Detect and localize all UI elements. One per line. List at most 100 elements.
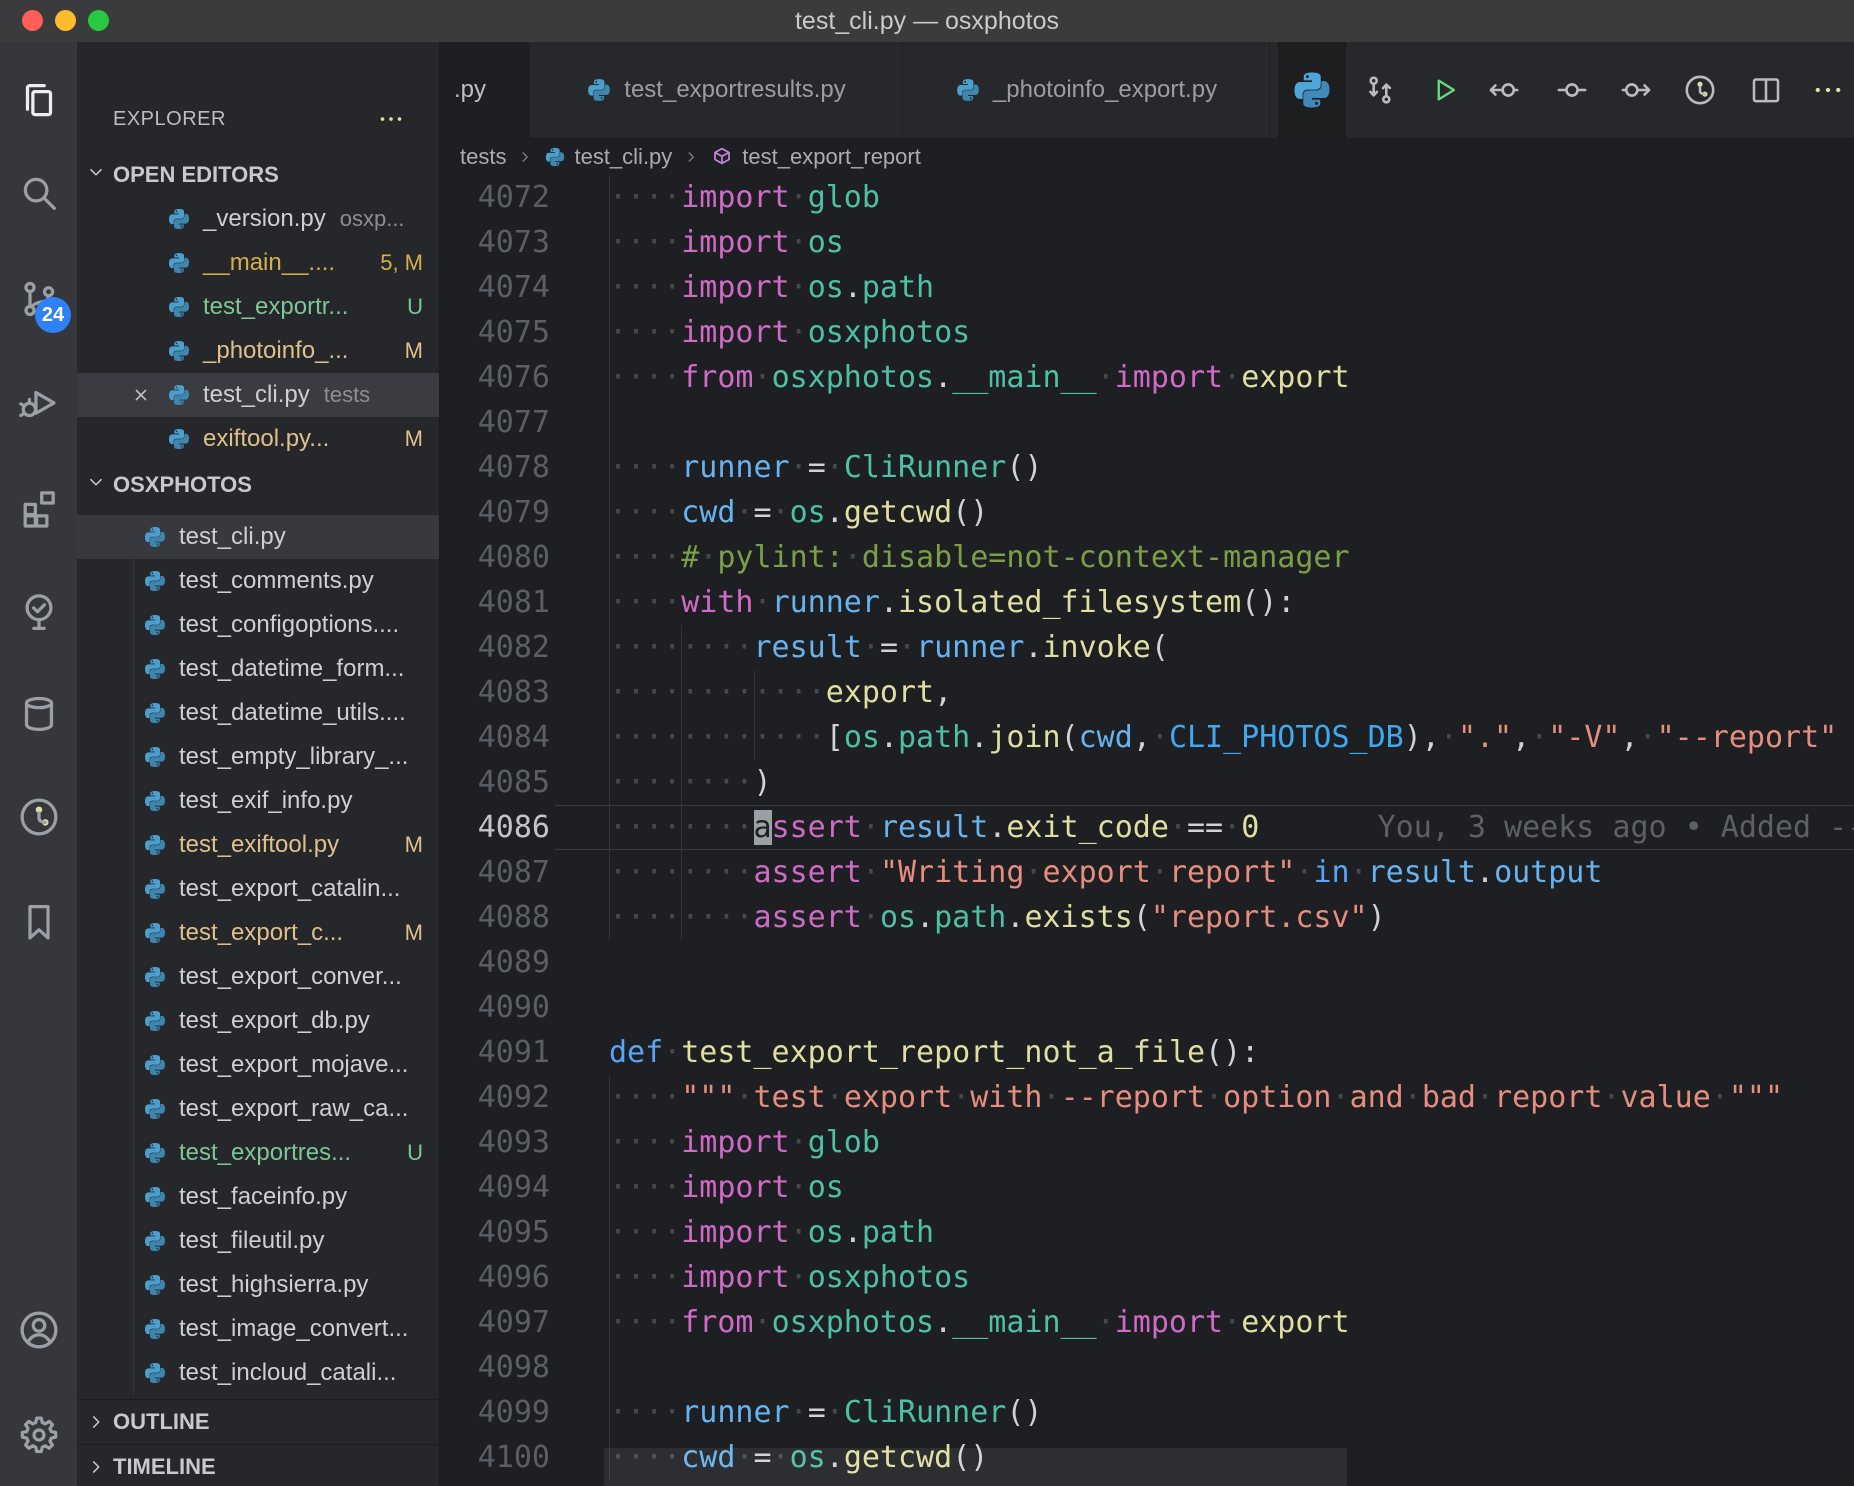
code-line-4087[interactable]: 4087········assert·"Writing·export·repor… (440, 850, 1854, 895)
activity-bar-item-gitlens[interactable] (0, 787, 77, 847)
activity-bar-item-files[interactable] (0, 70, 77, 130)
tree-item-test_configoptions....[interactable]: test_configoptions.... (77, 603, 439, 647)
run-file-icon[interactable] (1426, 72, 1462, 108)
tree-item-test_datetime_utils....[interactable]: test_datetime_utils.... (77, 691, 439, 735)
editor-tab-test_exportresults.py[interactable]: test_exportresults.py (530, 42, 903, 138)
folder-section-header[interactable]: OSXPHOTOS (77, 463, 439, 507)
code-line-4084[interactable]: 4084············[os.path.join(cwd,·CLI_P… (440, 715, 1854, 760)
code-line-4074[interactable]: 4074····import·os.path (440, 265, 1854, 310)
python-file-icon (143, 965, 167, 989)
code-line-4099[interactable]: 4099····runner·=·CliRunner() (440, 1390, 1854, 1435)
tree-item-test_exportres...[interactable]: test_exportres...U (77, 1131, 439, 1175)
horizontal-scrollbar[interactable] (604, 1448, 1347, 1486)
tree-item-test_datetime_form...[interactable]: test_datetime_form... (77, 647, 439, 691)
code-line-4075[interactable]: 4075····import·osxphotos (440, 310, 1854, 355)
code-line-4086[interactable]: 4086········assert·result.exit_code·==·0… (440, 805, 1854, 850)
python-logo-icon[interactable] (1278, 42, 1346, 138)
editor-tab-.py[interactable]: .py (440, 42, 530, 138)
open-editor-item[interactable]: test_exportr...U (77, 285, 439, 329)
activity-bar-item-settings-gear[interactable] (0, 1405, 77, 1465)
code-line-4096[interactable]: 4096····import·osxphotos (440, 1255, 1854, 1300)
open-editor-item[interactable]: exiftool.py...M (77, 417, 439, 461)
open-editor-item[interactable]: __main__....5, M (77, 241, 439, 285)
editor-tab-_photoinfo_export.py[interactable]: _photoinfo_export.py (903, 42, 1270, 138)
code-line-4089[interactable]: 4089 (440, 940, 1854, 985)
code-line-4092[interactable]: 4092····"""·test·export·with·--report·op… (440, 1075, 1854, 1120)
tree-item-test_incloud_catali...[interactable]: test_incloud_catali... (77, 1351, 439, 1395)
sidebar-section-outline[interactable]: OUTLINE (77, 1399, 439, 1443)
code-line-4091[interactable]: 4091def·test_export_report_not_a_file(): (440, 1030, 1854, 1075)
code-line-4088[interactable]: 4088········assert·os.path.exists("repor… (440, 895, 1854, 940)
open-editor-item[interactable]: _photoinfo_...M (77, 329, 439, 373)
code-line-4080[interactable]: 4080····#·pylint:·disable=not-context-ma… (440, 535, 1854, 580)
tree-item-test_image_convert...[interactable]: test_image_convert... (77, 1307, 439, 1351)
code-line-4076[interactable]: 4076····from·osxphotos.__main__·import·e… (440, 355, 1854, 400)
code-line-4081[interactable]: 4081····with·runner.isolated_filesystem(… (440, 580, 1854, 625)
tree-item-test_comments.py[interactable]: test_comments.py (77, 559, 439, 603)
activity-bar-item-bookmarks[interactable] (0, 891, 77, 951)
tree-item-test_cli.py[interactable]: test_cli.py (77, 515, 439, 559)
file-name: test_comments.py (179, 567, 374, 595)
activity-bar-item-account[interactable] (0, 1300, 77, 1360)
code-editor[interactable]: 4072····import·glob4073····import·os4074… (440, 175, 1854, 1486)
tree-item-test_empty_library_...[interactable]: test_empty_library_... (77, 735, 439, 779)
code-line-4078[interactable]: 4078····runner·=·CliRunner() (440, 445, 1854, 490)
line-number: 4078 (440, 445, 550, 490)
file-name: test_image_convert... (179, 1315, 408, 1343)
activity-bar-item-extensions[interactable] (0, 477, 77, 537)
breadcrumb-item-test_cli.py[interactable]: test_cli.py (544, 144, 672, 170)
previous-change-icon[interactable] (1486, 72, 1522, 108)
tree-item-test_exif_info.py[interactable]: test_exif_info.py (77, 779, 439, 823)
python-file-icon (143, 1185, 167, 1209)
code-line-4079[interactable]: 4079····cwd·=·os.getcwd() (440, 490, 1854, 535)
compare-changes-icon[interactable] (1362, 72, 1398, 108)
more-actions-icon[interactable] (373, 101, 409, 137)
open-editor-item[interactable]: _version.pyosxp... (77, 197, 439, 241)
open-editors-section-header[interactable]: OPEN EDITORS (77, 153, 439, 197)
breadcrumb-item-tests[interactable]: tests (460, 144, 506, 170)
tree-item-test_export_conver...[interactable]: test_export_conver... (77, 955, 439, 999)
git-status-badge: M (405, 832, 423, 858)
file-name: test_exportr... (203, 293, 348, 321)
next-change-icon[interactable] (1618, 72, 1654, 108)
code-line-4097[interactable]: 4097····from·osxphotos.__main__·import·e… (440, 1300, 1854, 1345)
activity-bar-item-database[interactable] (0, 684, 77, 744)
tree-item-test_faceinfo.py[interactable]: test_faceinfo.py (77, 1175, 439, 1219)
code-line-4077[interactable]: 4077 (440, 400, 1854, 445)
code-line-4098[interactable]: 4098 (440, 1345, 1854, 1390)
tree-item-test_exiftool.py[interactable]: test_exiftool.pyM (77, 823, 439, 867)
code-line-4093[interactable]: 4093····import·glob (440, 1120, 1854, 1165)
code-line-4073[interactable]: 4073····import·os (440, 220, 1854, 265)
code-line-4083[interactable]: 4083············export, (440, 670, 1854, 715)
more-actions-icon[interactable] (1810, 72, 1846, 108)
activity-bar-item-source-control[interactable]: 24 (0, 269, 77, 329)
file-name: test_exif_info.py (179, 787, 352, 815)
python-file-icon (167, 207, 191, 231)
code-line-4094[interactable]: 4094····import·os (440, 1165, 1854, 1210)
close-icon[interactable] (121, 373, 161, 417)
tree-item-test_export_db.py[interactable]: test_export_db.py (77, 999, 439, 1043)
activity-bar-item-search[interactable] (0, 163, 77, 223)
split-editor-icon[interactable] (1748, 72, 1784, 108)
breadcrumb-item-test_export_report[interactable]: test_export_report (710, 144, 921, 170)
code-line-4072[interactable]: 4072····import·glob (440, 175, 1854, 220)
line-number: 4089 (440, 940, 550, 985)
open-changes-icon[interactable] (1554, 72, 1590, 108)
activity-bar-item-run-debug[interactable] (0, 371, 77, 431)
open-editor-item[interactable]: test_cli.pytests (77, 373, 439, 417)
tree-item-test_fileutil.py[interactable]: test_fileutil.py (77, 1219, 439, 1263)
tree-item-test_export_raw_ca...[interactable]: test_export_raw_ca... (77, 1087, 439, 1131)
code-line-4095[interactable]: 4095····import·os.path (440, 1210, 1854, 1255)
code-line-4082[interactable]: 4082········result·=·runner.invoke( (440, 625, 1854, 670)
code-line-content: ········result·=·runner.invoke( (609, 625, 1169, 670)
tree-item-test_export_mojave...[interactable]: test_export_mojave... (77, 1043, 439, 1087)
activity-bar-item-todo-tree[interactable] (0, 580, 77, 640)
tree-item-test_export_c...[interactable]: test_export_c...M (77, 911, 439, 955)
code-line-4090[interactable]: 4090 (440, 985, 1854, 1030)
code-line-4085[interactable]: 4085········) (440, 760, 1854, 805)
python-file-icon (955, 77, 981, 103)
sidebar-section-timeline[interactable]: TIMELINE (77, 1444, 439, 1486)
tree-item-test_highsierra.py[interactable]: test_highsierra.py (77, 1263, 439, 1307)
tree-item-test_export_catalin...[interactable]: test_export_catalin... (77, 867, 439, 911)
gitlens-icon[interactable] (1682, 72, 1718, 108)
